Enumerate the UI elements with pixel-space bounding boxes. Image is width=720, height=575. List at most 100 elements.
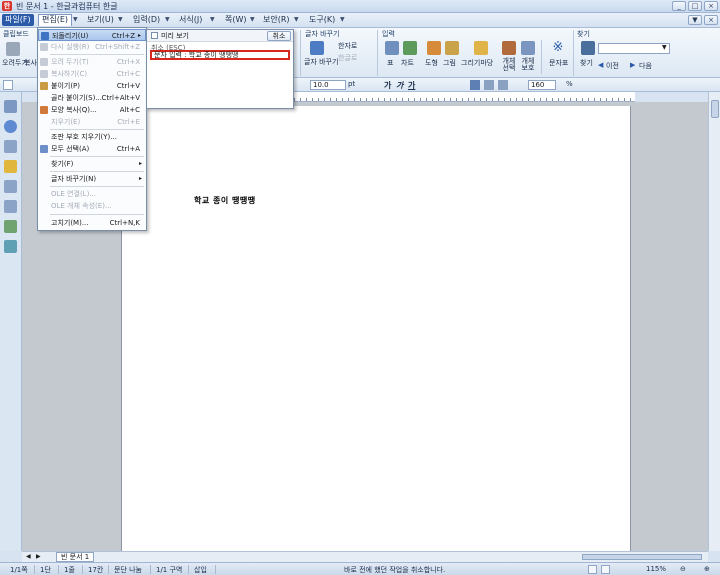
menu-item-copy[interactable]: 복사하기(C) Ctrl+C bbox=[38, 68, 146, 80]
zoom-in-icon[interactable]: ⊕ bbox=[704, 565, 710, 573]
brush-icon bbox=[40, 106, 48, 114]
zoom-out-icon[interactable]: ⊖ bbox=[680, 565, 686, 573]
chevron-down-icon[interactable]: ▼ bbox=[165, 16, 170, 23]
view-normal-icon[interactable] bbox=[588, 565, 597, 574]
undo-history-item[interactable]: 문자 입력 : 학교 종이 땡땡땡 bbox=[150, 50, 290, 60]
document-text[interactable]: 학교 종이 땡땡땡 bbox=[194, 195, 256, 206]
chevron-down-icon[interactable]: ▼ bbox=[250, 16, 255, 23]
edit-menu-dropdown: 되돌리기(U) Ctrl+Z ▸ 다시 실행(R) Ctrl+Shift+Z 오… bbox=[37, 27, 147, 231]
bold-button[interactable]: 가 bbox=[384, 80, 391, 91]
undo-history-panel: 미리 보기 취소 취소 (ESC) 문자 입력 : 학교 종이 땡땡땡 bbox=[146, 29, 294, 109]
menu-item-ole-link[interactable]: OLE 연결(L)... bbox=[38, 188, 146, 200]
font-size-input[interactable]: 10.0 bbox=[310, 80, 346, 90]
menu-edit[interactable]: 편집(E) bbox=[38, 14, 73, 26]
find-next-button[interactable]: 다음 bbox=[639, 61, 652, 71]
chevron-down-icon[interactable]: ▼ bbox=[73, 16, 78, 23]
scissors-icon bbox=[40, 58, 48, 66]
horizontal-scrollbar[interactable] bbox=[582, 554, 702, 560]
menu-item-cut[interactable]: 오려 두기(T) Ctrl+X bbox=[38, 56, 146, 68]
menu-item-paste[interactable]: 붙이기(P) Ctrl+V bbox=[38, 80, 146, 92]
menu-tools[interactable]: 도구(K) bbox=[306, 14, 338, 26]
undo-panel-header: 미리 보기 취소 bbox=[147, 30, 293, 42]
menu-separator bbox=[50, 156, 144, 157]
underline-button[interactable]: 가 bbox=[408, 80, 415, 91]
picture-icon[interactable] bbox=[445, 41, 459, 55]
minimize-button[interactable]: _ bbox=[672, 1, 686, 11]
chevron-down-icon[interactable]: ▼ bbox=[118, 16, 123, 23]
find-prev-button[interactable]: 이전 bbox=[606, 61, 619, 71]
menu-item-remove-codes[interactable]: 조판 부호 지우기(Y)... bbox=[38, 131, 146, 143]
shape-icon[interactable] bbox=[427, 41, 441, 55]
tab-prev-icon[interactable]: ◀ bbox=[26, 553, 31, 560]
new-doc-icon[interactable] bbox=[3, 80, 13, 90]
italic-button[interactable]: 가 bbox=[396, 80, 403, 91]
prev-arrow-icon[interactable]: ◀ bbox=[598, 61, 603, 69]
zoom-input[interactable]: 160 bbox=[528, 80, 556, 90]
view-page-icon[interactable] bbox=[601, 565, 610, 574]
menu-item-paste-special[interactable]: 골라 붙이기(S)... Ctrl+Alt+V bbox=[38, 92, 146, 104]
menu-item-find[interactable]: 찾기(F) ▸ bbox=[38, 158, 146, 170]
close-button[interactable]: × bbox=[704, 1, 718, 11]
vertical-scrollbar[interactable] bbox=[708, 92, 720, 551]
menu-page[interactable]: 쪽(W) bbox=[222, 14, 250, 26]
status-zoom[interactable]: 115% bbox=[646, 565, 666, 573]
menu-view[interactable]: 보기(U) bbox=[84, 14, 117, 26]
align-left-icon[interactable] bbox=[484, 80, 494, 90]
hanja-label[interactable]: 한자로 bbox=[338, 41, 357, 51]
menu-item-format-copy[interactable]: 모양 복사(Q)... Alt+C bbox=[38, 104, 146, 116]
find-input[interactable] bbox=[598, 43, 670, 54]
menu-item-select-all[interactable]: 모두 선택(A) Ctrl+A bbox=[38, 143, 146, 155]
chart-side-icon[interactable] bbox=[4, 240, 17, 253]
object-protect-icon[interactable] bbox=[521, 41, 535, 55]
menu-security[interactable]: 보안(R) bbox=[260, 14, 293, 26]
menu-item-replace[interactable]: 글자 바꾸기(N) ▸ bbox=[38, 173, 146, 185]
chevron-down-icon[interactable]: ▼ bbox=[294, 16, 299, 23]
maximize-button[interactable]: □ bbox=[688, 1, 702, 11]
menu-item-delete[interactable]: 지우기(E) Ctrl+E bbox=[38, 116, 146, 128]
symbol-icon[interactable]: ※ bbox=[551, 41, 565, 55]
table-icon[interactable] bbox=[385, 41, 399, 55]
menu-format[interactable]: 서식(J) bbox=[176, 14, 205, 26]
doc-close-button[interactable]: × bbox=[704, 15, 718, 25]
chevron-down-icon[interactable]: ▼ bbox=[340, 16, 345, 23]
help-icon[interactable] bbox=[4, 120, 17, 133]
document-tab[interactable]: 빈 문서 1 bbox=[56, 552, 95, 562]
list-icon[interactable] bbox=[4, 140, 17, 153]
form-icon[interactable] bbox=[4, 200, 17, 213]
preview-checkbox[interactable] bbox=[151, 32, 158, 39]
align-center-icon[interactable] bbox=[498, 80, 508, 90]
scissors-icon[interactable] bbox=[6, 42, 20, 56]
next-arrow-icon[interactable]: ▶ bbox=[630, 61, 635, 69]
menu-item-edit-object[interactable]: 고치기(M)... Ctrl+N,K bbox=[38, 217, 146, 229]
chart-label: 차트 bbox=[401, 59, 414, 67]
document-page[interactable] bbox=[121, 106, 631, 551]
menu-separator bbox=[50, 129, 144, 130]
menu-file[interactable]: 파일(F) bbox=[2, 14, 34, 26]
menu-item-redo[interactable]: 다시 실행(R) Ctrl+Shift+Z bbox=[38, 41, 146, 53]
status-page: 1/1쪽 bbox=[10, 566, 28, 574]
chevron-down-icon[interactable]: ▼ bbox=[210, 16, 215, 23]
status-paragraph: 문단 나눔 bbox=[114, 566, 142, 574]
scroll-thumb[interactable] bbox=[711, 100, 719, 118]
hwp-app-icon[interactable]: 한 bbox=[2, 1, 12, 11]
replace-icon[interactable] bbox=[310, 41, 324, 55]
image-icon[interactable] bbox=[4, 220, 17, 233]
chart-icon[interactable] bbox=[403, 41, 417, 55]
object-select-icon[interactable] bbox=[502, 41, 516, 55]
binoculars-icon[interactable] bbox=[581, 41, 595, 55]
ribbon-collapse-button[interactable]: ▼ bbox=[688, 15, 702, 25]
status-insert-mode[interactable]: 삽입 bbox=[194, 565, 207, 575]
chevron-down-icon[interactable]: ▼ bbox=[662, 44, 667, 51]
menu-input[interactable]: 입력(D) bbox=[130, 14, 163, 26]
layout-icon[interactable] bbox=[4, 100, 17, 113]
tab-next-icon[interactable]: ▶ bbox=[36, 553, 41, 560]
clipboard-group-label: 클립보드 bbox=[3, 30, 29, 38]
align-justify-icon[interactable] bbox=[470, 80, 480, 90]
lightning-icon[interactable] bbox=[4, 160, 17, 173]
undo-cancel-button[interactable]: 취소 bbox=[267, 31, 291, 41]
menu-item-ole-properties[interactable]: OLE 개체 속성(E)... bbox=[38, 200, 146, 212]
menu-item-undo[interactable]: 되돌리기(U) Ctrl+Z ▸ bbox=[38, 29, 146, 41]
hangul-label[interactable]: 한글로 bbox=[338, 53, 357, 63]
folder-icon[interactable] bbox=[474, 41, 488, 55]
document-icon[interactable] bbox=[4, 180, 17, 193]
